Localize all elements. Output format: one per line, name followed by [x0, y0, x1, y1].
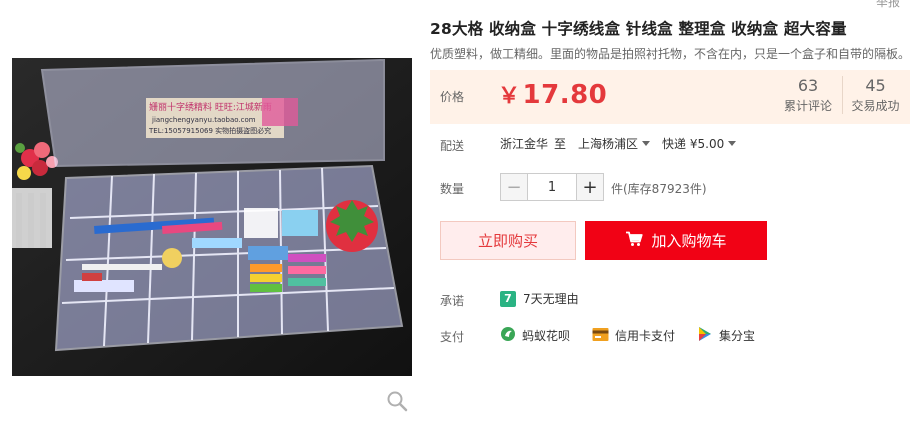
payment-label: 支付	[440, 330, 465, 344]
product-gallery: 姗丽十字绣精料 旺旺:江城新雨 jiangchengyanyu.taobao.c…	[12, 0, 412, 425]
payment-method-label: 信用卡支付	[615, 329, 676, 343]
payment-methods: 蚂蚁花呗 信用卡支付 集分宝	[500, 326, 777, 345]
product-title: 28大格 收纳盒 十字绣线盒 针线盒 整理盒 收纳盒 超大容量	[430, 20, 847, 38]
product-main-image[interactable]: 姗丽十字绣精料 旺旺:江城新雨 jiangchengyanyu.taobao.c…	[12, 58, 412, 376]
shipping-from: 浙江金华	[500, 137, 549, 151]
sales-count: 45	[865, 76, 886, 95]
huabei-icon	[500, 326, 516, 345]
shipping-info: 浙江金华 至 上海杨浦区 快递 ¥5.00	[500, 135, 737, 152]
shipping-to-word: 至	[554, 137, 567, 151]
product-info: 举报 28大格 收纳盒 十字绣线盒 针线盒 整理盒 收纳盒 超大容量 优质塑料，…	[430, 0, 918, 425]
stock-info: 件(库存87923件)	[611, 182, 707, 196]
quantity-label: 数量	[440, 182, 465, 196]
chevron-down-icon	[728, 141, 737, 146]
chevron-down-icon	[642, 141, 651, 146]
seven-day-return-icon: 7	[500, 290, 516, 307]
shipping-destination: 上海杨浦区	[578, 137, 639, 151]
magnifier-icon[interactable]	[386, 390, 408, 412]
shipping-method: 快递 ¥5.00	[662, 137, 725, 151]
reviews-stat[interactable]: 63 累计评论	[775, 76, 841, 114]
quantity-input[interactable]	[528, 173, 576, 201]
payment-method-label: 集分宝	[719, 329, 756, 343]
payment-huabei[interactable]: 蚂蚁花呗	[500, 326, 570, 345]
watermark-text-3: TEL:15057915069 实物拍摄盗图必究	[148, 126, 271, 135]
reviews-count: 63	[797, 76, 819, 95]
jifenbao-icon	[697, 326, 713, 345]
shipping-method-dropdown[interactable]: 快递 ¥5.00	[662, 135, 737, 152]
add-to-cart-label: 加入购物车	[651, 232, 727, 250]
watermark-text-2: jiangchengyanyu.taobao.com	[151, 116, 256, 124]
quantity-increase-button[interactable]: +	[576, 173, 604, 201]
price-panel: 价格 ￥17.80 63 累计评论 45 交易成功	[430, 70, 910, 124]
payment-method-label: 蚂蚁花呗	[522, 329, 571, 343]
credit-card-icon	[592, 327, 609, 345]
cart-icon	[625, 231, 644, 251]
add-to-cart-button[interactable]: 加入购物车	[585, 221, 767, 260]
payment-credit-card[interactable]: 信用卡支付	[592, 327, 675, 345]
shipping-label: 配送	[440, 139, 465, 153]
currency-symbol: ￥	[498, 84, 521, 109]
return-policy-text: 7天无理由	[523, 292, 579, 306]
quantity-decrease-button[interactable]: −	[500, 173, 528, 201]
payment-jifenbao[interactable]: 集分宝	[697, 326, 755, 345]
product-subtitle: 优质塑料，做工精细。里面的物品是拍照衬托物，不含在内，只是一个盒子和自带的隔板。	[430, 47, 911, 61]
product-page: 姗丽十字绣精料 旺旺:江城新雨 jiangchengyanyu.taobao.c…	[0, 0, 918, 425]
buy-now-button[interactable]: 立即购买	[440, 221, 576, 260]
watermark-text-1: 姗丽十字绣精料 旺旺:江城新雨	[149, 101, 272, 113]
reviews-label: 累计评论	[783, 99, 832, 113]
promise-label: 承诺	[440, 294, 465, 308]
price-value: 17.80	[522, 80, 608, 110]
storage-box-photo: 姗丽十字绣精料 旺旺:江城新雨 jiangchengyanyu.taobao.c…	[12, 58, 412, 376]
price-value-group: ￥17.80	[498, 78, 607, 110]
price-label: 价格	[440, 90, 465, 104]
return-policy[interactable]: 7 7天无理由	[500, 290, 579, 307]
sales-label: 交易成功	[851, 99, 900, 113]
report-link[interactable]: 举报	[876, 0, 900, 10]
quantity-stepper: − +	[500, 173, 604, 201]
destination-dropdown[interactable]: 上海杨浦区	[578, 135, 651, 152]
sales-stat: 45 交易成功	[842, 76, 908, 114]
